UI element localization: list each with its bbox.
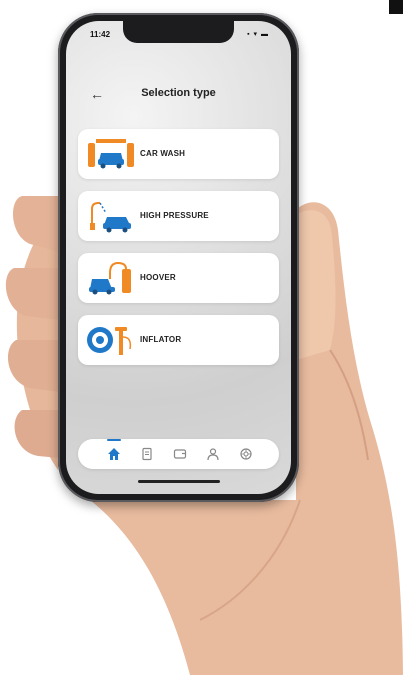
- option-label: CAR WASH: [140, 149, 186, 158]
- status-time: 11:42: [90, 30, 111, 39]
- bottom-nav: [78, 439, 279, 469]
- option-high-pressure[interactable]: HIGH PRESSURE: [78, 191, 279, 241]
- user-icon[interactable]: [206, 447, 220, 461]
- notch: [123, 21, 234, 43]
- option-label: HOOVER: [140, 273, 176, 282]
- option-inflator[interactable]: INFLATOR: [78, 315, 279, 365]
- option-hoover[interactable]: HOOVER: [78, 253, 279, 303]
- car-wash-icon: [88, 139, 134, 169]
- home-icon[interactable]: [107, 447, 121, 461]
- option-label: HIGH PRESSURE: [140, 211, 209, 220]
- option-label: INFLATOR: [140, 335, 182, 344]
- hoover-icon: [89, 261, 131, 295]
- status-icons: ▪ ▾ ▬: [247, 31, 269, 38]
- app-screen: 11:42 ▪ ▾ ▬ ← Selection type CAR WASH HI…: [66, 21, 291, 494]
- page-title: Selection type: [141, 87, 216, 99]
- header: ← Selection type: [66, 85, 291, 105]
- phone-frame: 11:42 ▪ ▾ ▬ ← Selection type CAR WASH HI…: [58, 13, 299, 502]
- option-car-wash[interactable]: CAR WASH: [78, 129, 279, 179]
- settings-icon[interactable]: [239, 447, 253, 461]
- home-indicator[interactable]: [138, 480, 220, 483]
- document-icon[interactable]: [140, 447, 154, 461]
- wallet-icon[interactable]: [173, 447, 187, 461]
- inflator-icon: [87, 327, 132, 355]
- high-pressure-icon: [90, 202, 131, 233]
- active-indicator: [107, 439, 121, 441]
